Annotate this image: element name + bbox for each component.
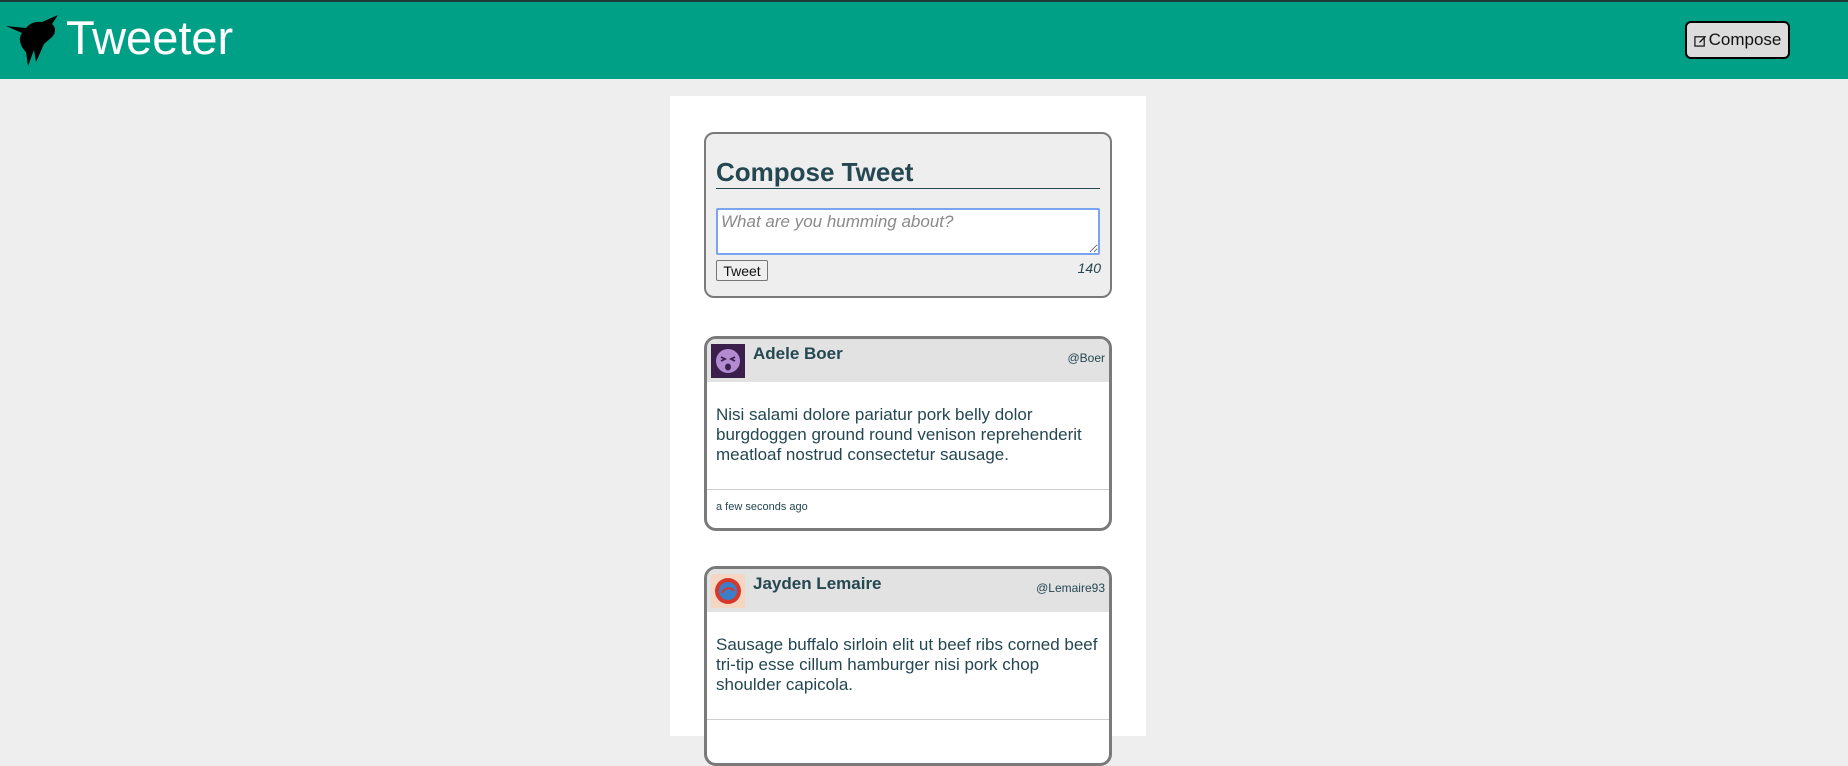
avatar-icon <box>711 574 745 608</box>
tweet-text: Sausage buffalo sirloin elit ut beef rib… <box>716 635 1098 694</box>
compose-button-label: Compose <box>1708 30 1782 49</box>
tweet-footer <box>707 719 1109 756</box>
top-navigation-bar: Tweeter Compose <box>0 0 1848 79</box>
tweet-footer: a few seconds ago <box>707 489 1109 526</box>
compose-title: Compose Tweet <box>716 156 1100 189</box>
avatar-icon <box>711 344 745 378</box>
tweet-header: Jayden Lemaire @Lemaire93 <box>707 569 1109 612</box>
tweet-author-handle: @Lemaire93 <box>1036 581 1105 595</box>
tweet-card: Adele Boer @Boer Nisi salami dolore pari… <box>704 336 1112 531</box>
hummingbird-logo-icon <box>6 15 58 66</box>
tweet-author-name: Adele Boer <box>753 344 843 363</box>
compose-button[interactable]: Compose <box>1685 21 1790 59</box>
app-title: Tweeter <box>66 11 234 64</box>
compose-tweet-panel: Compose Tweet Tweet 140 <box>704 132 1112 298</box>
feed-container: Compose Tweet Tweet 140 Adele Boer @Boer… <box>670 96 1146 766</box>
tweet-submit-button[interactable]: Tweet <box>716 260 768 281</box>
character-counter: 140 <box>1077 260 1101 276</box>
tweet-text: Nisi salami dolore pariatur pork belly d… <box>716 405 1082 464</box>
tweet-timestamp: a few seconds ago <box>716 501 808 513</box>
tweet-card: Jayden Lemaire @Lemaire93 Sausage buffal… <box>704 566 1112 766</box>
tweet-author-handle: @Boer <box>1067 351 1105 365</box>
tweet-header: Adele Boer @Boer <box>707 339 1109 382</box>
edit-icon <box>1693 35 1706 47</box>
tweet-author-name: Jayden Lemaire <box>753 574 882 593</box>
tweet-textarea[interactable] <box>716 208 1100 255</box>
